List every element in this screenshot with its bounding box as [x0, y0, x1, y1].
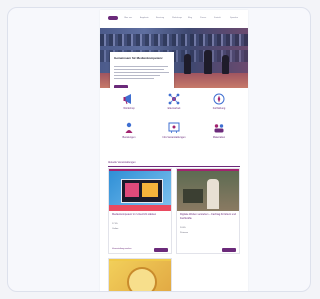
category-beratungen[interactable]: Beratungen [114, 121, 144, 143]
group-icon [214, 124, 224, 133]
event-image-screen-content [125, 183, 139, 197]
nav-item[interactable]: Blog [188, 15, 198, 21]
nav-item[interactable]: Über uns [124, 15, 138, 21]
screenshot-frame: Über uns Angebote Beratung Workshops Blo… [7, 7, 311, 292]
event-title: Medienkompetenz im Unterricht stärken [112, 213, 157, 216]
nav-item[interactable]: Workshops [172, 15, 186, 21]
top-navigation: Über uns Angebote Beratung Workshops Blo… [100, 10, 248, 28]
event-date: 24.05. [180, 227, 187, 229]
event-image-screen [121, 179, 163, 203]
event-image-base [109, 205, 171, 211]
megaphone-icon [123, 94, 131, 105]
category-fortbildung[interactable]: Fortbildung [204, 92, 234, 114]
category-label: Fortbildung [212, 107, 226, 110]
hero-person [222, 55, 229, 74]
hero-background [100, 34, 248, 46]
logo[interactable] [108, 16, 118, 20]
event-card[interactable]: Digitale Welten verstehen – Fachtag für … [176, 168, 240, 254]
category-label: Info-Veranstaltungen [162, 136, 186, 139]
hero-image: Gemeinsam für Medienkompetenz [100, 28, 248, 88]
category-materialien[interactable]: Materialien [204, 121, 234, 143]
nav-item[interactable]: Spenden [230, 15, 244, 21]
hero-card-text-line [114, 78, 154, 79]
event-image-screen-content [142, 183, 158, 197]
hero-card-button[interactable] [114, 85, 128, 88]
category-elternarbeit[interactable]: Elternarbeit [159, 92, 189, 114]
person-pin-icon [125, 122, 133, 133]
hero-person [184, 54, 191, 74]
event-card[interactable] [108, 258, 172, 291]
compass-icon [213, 93, 225, 105]
hero-card: Gemeinsam für Medienkompetenz [110, 52, 174, 88]
event-image-person [207, 179, 219, 209]
hero-card-title: Gemeinsam für Medienkompetenz [114, 56, 163, 60]
section-title: Aktuelle Veranstaltungen [108, 161, 136, 164]
hero-card-text-line [114, 66, 168, 67]
hero-card-text-line [114, 72, 169, 73]
nav-item[interactable]: Beratung [156, 15, 170, 21]
nav-item[interactable]: Kontakt [214, 15, 228, 21]
web-page: Über uns Angebote Beratung Workshops Blo… [100, 10, 248, 291]
event-image [109, 261, 171, 291]
nav-item[interactable]: Presse [200, 15, 212, 21]
presenter-icon [168, 122, 180, 133]
event-card[interactable]: Medienkompetenz im Unterricht stärken 17… [108, 168, 172, 254]
event-details-button[interactable] [222, 248, 236, 252]
event-details-button[interactable] [154, 248, 168, 252]
event-image-object [183, 189, 203, 203]
category-label: Elternarbeit [167, 107, 181, 110]
event-image [177, 171, 239, 211]
hero-card-text-line [114, 69, 164, 70]
event-title: Digitale Welten verstehen – Fachtag für … [180, 213, 236, 220]
hero-card-text-line [114, 75, 160, 76]
event-date: 17.05. [112, 223, 119, 225]
event-image-object [127, 267, 157, 291]
hero-person [204, 50, 212, 74]
section-divider [108, 166, 240, 167]
event-place: Online [112, 228, 119, 230]
category-workshop[interactable]: Workshop [114, 92, 144, 114]
category-info-veranstaltungen[interactable]: Info-Veranstaltungen [159, 121, 189, 143]
event-bookmark-link[interactable]: Veranstaltung merken [112, 248, 131, 251]
category-label: Beratungen [122, 136, 136, 139]
nav-item[interactable]: Angebote [140, 15, 154, 21]
event-image [109, 171, 171, 211]
event-place: Präsenz [180, 232, 189, 234]
category-label: Materialien [212, 136, 226, 139]
network-icon [168, 93, 180, 105]
category-label: Workshop [123, 107, 135, 110]
